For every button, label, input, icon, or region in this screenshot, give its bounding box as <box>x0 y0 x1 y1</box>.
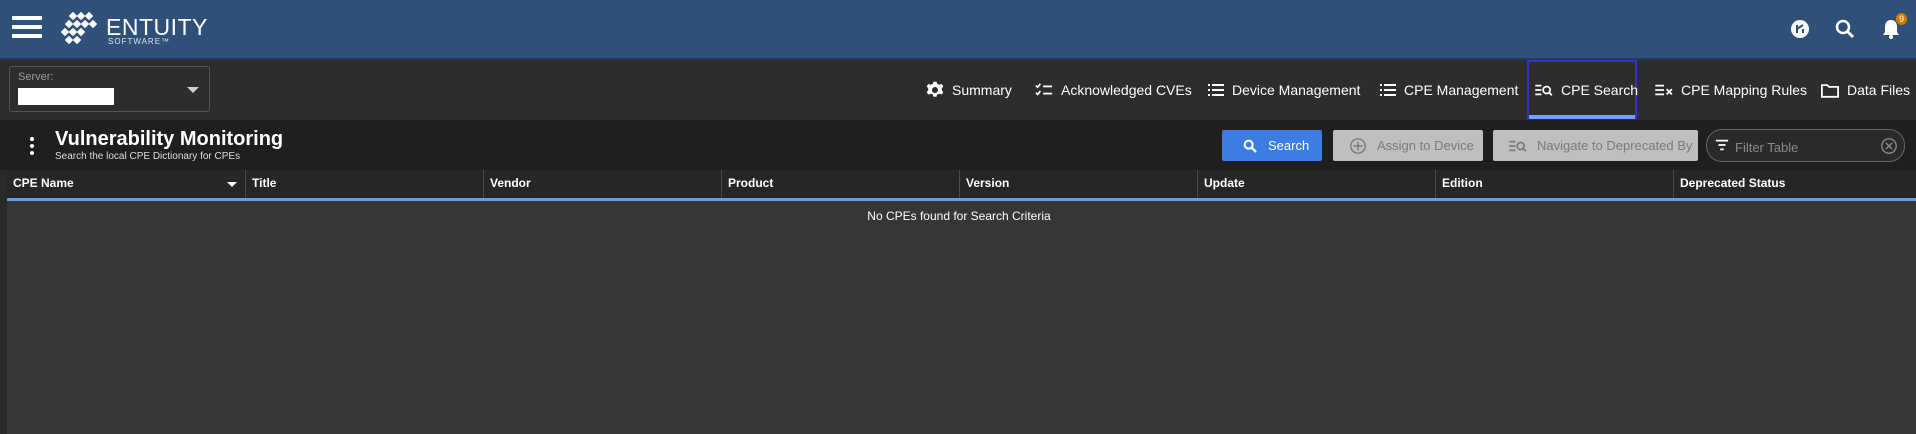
checklist-icon <box>1035 83 1053 96</box>
tab-device-management-label: Device Management <box>1232 82 1361 98</box>
empty-table-message: No CPEs found for Search Criteria <box>867 209 1051 223</box>
assign-to-device-label: Assign to Device <box>1377 138 1474 153</box>
entuity-logo-icon <box>60 11 98 45</box>
navigate-to-deprecated-button[interactable]: Navigate to Deprecated By <box>1493 130 1698 161</box>
tab-device-management[interactable]: Device Management <box>1208 60 1360 120</box>
column-header-product[interactable]: Product <box>722 170 960 198</box>
column-header-label: Title <box>252 176 277 190</box>
search-icon[interactable] <box>1833 17 1857 41</box>
clear-filter-icon[interactable] <box>1880 137 1898 155</box>
tab-acknowledged-cves-label: Acknowledged CVEs <box>1061 82 1192 98</box>
column-header-label: Product <box>728 176 774 190</box>
gear-icon <box>926 81 944 97</box>
filter-table-input[interactable] <box>1733 136 1877 158</box>
list-icon <box>1380 84 1396 96</box>
tab-data-files-label: Data Files <box>1847 82 1911 98</box>
search-icon <box>1243 139 1257 153</box>
column-header-vendor[interactable]: Vendor <box>484 170 722 198</box>
logo-subtext: SOFTWARE™ <box>108 37 171 46</box>
column-header-deprecated-status[interactable]: Deprecated Status <box>1674 170 1916 198</box>
column-header-label: Version <box>966 176 1010 190</box>
column-header-label: Deprecated Status <box>1680 176 1786 190</box>
list-remove-icon <box>1655 84 1673 96</box>
column-header-label: Vendor <box>490 176 531 190</box>
column-header-label: Edition <box>1442 176 1483 190</box>
column-header-title[interactable]: Title <box>246 170 484 198</box>
navigate-to-deprecated-label: Navigate to Deprecated By <box>1537 138 1693 153</box>
column-header-update[interactable]: Update <box>1198 170 1436 198</box>
page-header: Vulnerability Monitoring Search the loca… <box>0 120 1916 170</box>
notification-count-badge: 9 <box>1895 13 1907 25</box>
tab-cpe-mapping-rules[interactable]: CPE Mapping Rules <box>1655 60 1807 120</box>
sort-descending-icon[interactable] <box>227 182 237 187</box>
tab-acknowledged-cves[interactable]: Acknowledged CVEs <box>1035 60 1192 120</box>
page-title: Vulnerability Monitoring <box>55 128 284 150</box>
user-icon[interactable] <box>1788 17 1812 41</box>
nav-row: Server: Summary Acknowledged CVEs Device… <box>0 60 1916 120</box>
search-button[interactable]: Search <box>1222 130 1322 161</box>
list-search-icon <box>1535 84 1553 96</box>
more-options-icon[interactable] <box>30 137 36 155</box>
table-header: CPE Name Title Vendor Product Version Up… <box>7 170 1916 201</box>
tab-summary-label: Summary <box>952 82 1012 98</box>
hamburger-menu-icon[interactable] <box>12 16 42 40</box>
nav-tabs: Summary Acknowledged CVEs Device Managem… <box>0 60 1916 120</box>
column-header-label: CPE Name <box>13 176 74 190</box>
tab-cpe-management-label: CPE Management <box>1404 82 1519 98</box>
tab-cpe-search[interactable]: CPE Search <box>1535 60 1638 120</box>
page-subtitle: Search the local CPE Dictionary for CPEs <box>55 151 241 162</box>
column-header-edition[interactable]: Edition <box>1436 170 1674 198</box>
notification-bell-icon[interactable]: 9 <box>1879 13 1907 41</box>
column-header-cpe-name[interactable]: CPE Name <box>7 170 246 198</box>
list-search-icon <box>1509 140 1527 152</box>
filter-icon <box>1715 139 1729 151</box>
column-header-version[interactable]: Version <box>960 170 1198 198</box>
tab-summary[interactable]: Summary <box>926 60 1012 120</box>
column-header-label: Update <box>1204 176 1245 190</box>
assign-to-device-button[interactable]: Assign to Device <box>1333 130 1483 161</box>
search-button-label: Search <box>1268 138 1310 153</box>
tab-cpe-management[interactable]: CPE Management <box>1380 60 1518 120</box>
left-edge <box>0 170 7 434</box>
list-icon <box>1208 84 1224 96</box>
folder-icon <box>1821 83 1839 98</box>
add-circle-icon <box>1350 137 1366 154</box>
tab-data-files[interactable]: Data Files <box>1821 60 1910 120</box>
tab-cpe-mapping-rules-label: CPE Mapping Rules <box>1681 82 1808 98</box>
top-bar: ENTUITY SOFTWARE™ 9 <box>0 0 1916 60</box>
table-body: No CPEs found for Search Criteria <box>7 201 1916 434</box>
tab-cpe-search-label: CPE Search <box>1561 82 1639 98</box>
filter-table-box <box>1706 129 1905 162</box>
